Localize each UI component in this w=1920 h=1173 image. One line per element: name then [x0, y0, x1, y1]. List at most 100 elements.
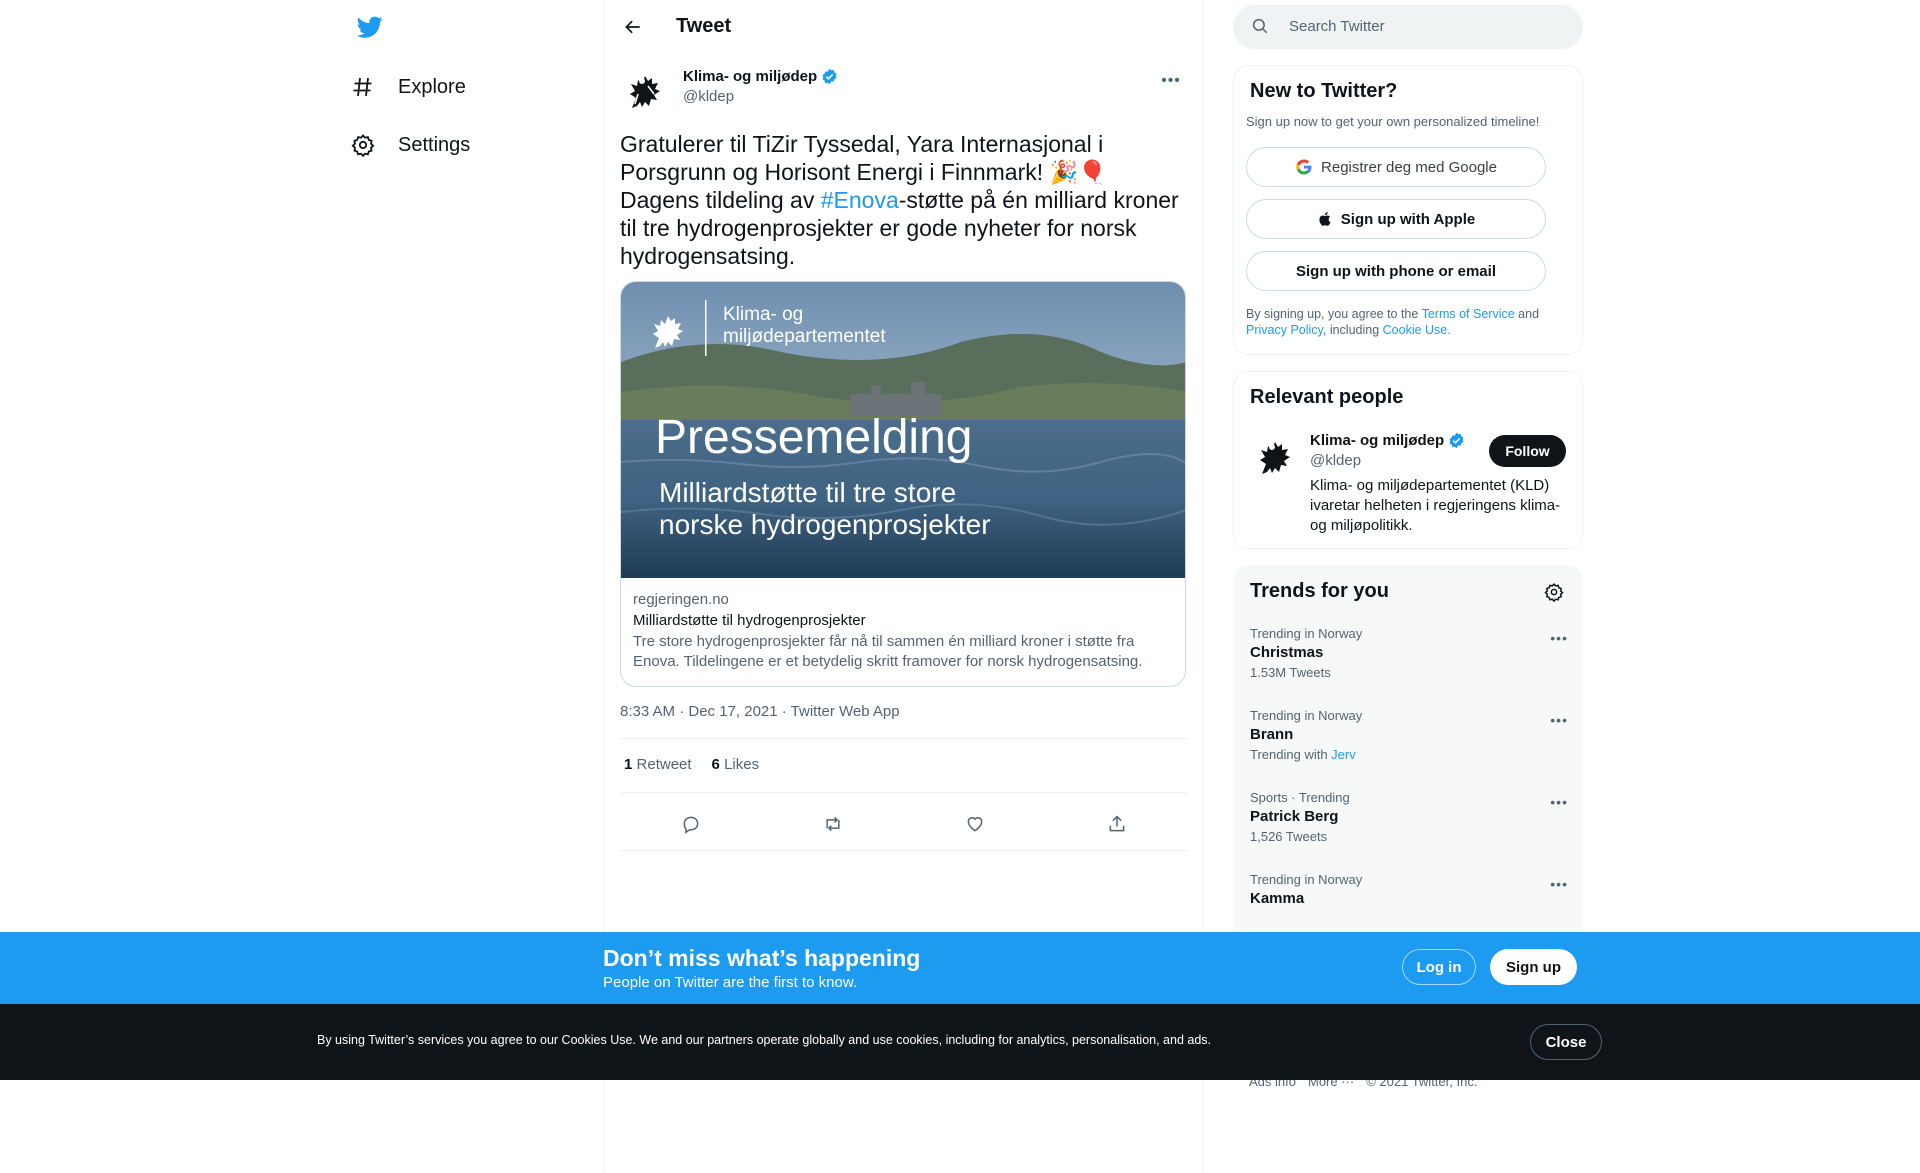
page-title: Tweet — [676, 15, 732, 37]
like-button[interactable] — [957, 806, 993, 842]
trend-count: 1,526 Tweets — [1250, 829, 1328, 844]
legal-text-part: , including — [1322, 323, 1383, 337]
google-icon — [1296, 159, 1312, 175]
like-count: 6 — [711, 756, 720, 773]
hashtag-icon — [350, 74, 376, 100]
relevant-people-panel: Relevant people Klima- og miljødep @klde… — [1233, 371, 1583, 549]
person-handle[interactable]: @kldep — [1310, 452, 1361, 469]
lion-emblem-icon — [1260, 442, 1290, 474]
card-title: Milliardstøtte til hydrogenprosjekter — [633, 612, 866, 629]
related-trend-link[interactable]: Jerv — [1331, 747, 1356, 762]
apple-icon — [1319, 212, 1331, 226]
nav-item-settings[interactable]: Settings — [350, 125, 470, 165]
author-handle[interactable]: @kldep — [683, 88, 734, 105]
lion-emblem-icon — [630, 76, 660, 108]
avatar[interactable] — [620, 66, 668, 114]
tweet-timestamp[interactable]: 8:33 AM · Dec 17, 2021 · Twitter Web App — [620, 703, 900, 720]
divider — [620, 850, 1188, 851]
terms-link[interactable]: Terms of Service — [1422, 307, 1515, 321]
legal-text-part: and — [1514, 307, 1540, 321]
login-button[interactable]: Log in — [1402, 949, 1476, 985]
more-dots-icon[interactable]: ••• — [1550, 712, 1568, 728]
trend-name: Patrick Berg — [1250, 808, 1339, 825]
likes-stat[interactable]: 6 Likes — [712, 756, 760, 773]
gear-icon — [1544, 582, 1564, 603]
trend-name: Kamma — [1250, 890, 1305, 907]
card-domain: regjeringen.no — [633, 591, 729, 608]
signup-button[interactable]: Sign up — [1490, 949, 1577, 985]
more-dots-icon[interactable]: ••• — [1550, 876, 1568, 892]
page-header: Tweet — [604, 0, 1204, 53]
phone-email-signup-button[interactable]: Sign up with phone or email — [1246, 251, 1546, 291]
card-image-sub-line: norske hydrogenprosjekter — [659, 509, 991, 540]
trend-item[interactable]: Trending in Norway Brann Trending with J… — [1250, 708, 1568, 764]
reply-icon — [683, 816, 699, 834]
retweets-stat[interactable]: 1 Retweet — [624, 756, 692, 773]
twitter-logo-icon[interactable] — [350, 12, 390, 42]
nav-item-label: Settings — [398, 133, 471, 156]
avatar[interactable] — [1250, 432, 1298, 480]
card-image-sub-line: Milliardstøtte til tre store — [659, 477, 957, 508]
apple-signup-button[interactable]: Sign up with Apple — [1246, 199, 1546, 239]
more-dots-icon[interactable]: ••• — [1550, 630, 1568, 646]
card-image-org-line: miljødepartementet — [723, 326, 886, 347]
trend-context: Trending in Norway — [1250, 872, 1363, 887]
trend-item[interactable]: Trending in Norway Kamma ••• — [1250, 872, 1568, 910]
trend-context: Sports · Trending — [1250, 790, 1350, 805]
card-image: Klima- og miljødepartementet Pressemeldi… — [621, 282, 1185, 578]
search-input[interactable]: Search Twitter — [1233, 5, 1583, 49]
google-signup-button[interactable]: Registrer deg med Google — [1246, 147, 1546, 187]
panel-title: Trends for you — [1250, 580, 1389, 602]
card-meta: regjeringen.no Milliardstøtte til hydrog… — [633, 590, 1173, 672]
author-name-text: Klima- og miljødep — [683, 68, 818, 85]
tweet-stats: 1 Retweet 6 Likes — [624, 756, 759, 773]
tweet-author: Klima- og miljødep @kldep ••• — [620, 60, 1188, 116]
retweet-count: 1 — [624, 756, 633, 773]
more-options-button[interactable]: ••• — [1154, 64, 1188, 98]
divider — [620, 792, 1188, 793]
heart-icon — [967, 817, 983, 832]
trends-panel: Trends for you Trending in Norway Christ… — [1233, 565, 1583, 985]
new-to-twitter-panel: New to Twitter? Sign up now to get your … — [1233, 65, 1583, 355]
person-name-text: Klima- og miljødep — [1310, 432, 1445, 449]
trend-context: Trending in Norway — [1250, 708, 1363, 723]
trends-settings-button[interactable] — [1544, 582, 1564, 607]
person-bio: Klima- og miljødepartementet (KLD) ivare… — [1310, 477, 1561, 534]
share-button[interactable] — [1099, 806, 1135, 842]
back-button[interactable] — [616, 10, 650, 44]
nav-item-explore[interactable]: Explore — [350, 67, 466, 107]
share-icon — [1109, 815, 1125, 832]
close-button[interactable]: Close — [1530, 1024, 1602, 1060]
retweet-label: Retweet — [636, 756, 692, 773]
privacy-link[interactable]: Privacy Policy — [1246, 323, 1323, 337]
search-icon — [1252, 18, 1268, 34]
trend-item[interactable]: Trending in Norway Christmas 1.53M Tweet… — [1250, 626, 1568, 682]
signup-banner: Don’t miss what’s happening People on Tw… — [0, 932, 1920, 1004]
arrow-left-icon — [625, 20, 640, 34]
like-label: Likes — [724, 756, 760, 773]
card-image-subheadline: Milliardstøtte til tre store norske hydr… — [659, 477, 991, 541]
panel-title: Relevant people — [1250, 386, 1404, 408]
trend-item[interactable]: Sports · Trending Patrick Berg 1,526 Twe… — [1250, 790, 1568, 846]
search-placeholder: Search Twitter — [1289, 18, 1385, 35]
cookie-use-link[interactable]: Cookie Use. — [1383, 323, 1451, 337]
gear-icon — [350, 132, 376, 158]
more-dots-icon: ••• — [1161, 72, 1181, 89]
reply-button[interactable] — [673, 806, 709, 842]
cookie-text: By using Twitter’s services you agree to… — [317, 1033, 1212, 1047]
person-name[interactable]: Klima- og miljødep — [1310, 432, 1465, 449]
tweet: Klima- og miljødep @kldep ••• Gratulerer… — [620, 60, 1188, 851]
verified-badge-icon — [822, 68, 837, 85]
tweet-actions — [620, 800, 1188, 848]
link-card[interactable]: Klima- og miljødepartementet Pressemeldi… — [620, 281, 1186, 687]
more-dots-icon[interactable]: ••• — [1550, 794, 1568, 810]
author-name[interactable]: Klima- og miljødep — [683, 68, 838, 85]
retweet-icon — [826, 816, 840, 832]
cookie-banner: By using Twitter’s services you agree to… — [0, 1004, 1920, 1080]
retweet-button[interactable] — [815, 806, 851, 842]
hashtag-link[interactable]: #Enova — [821, 187, 899, 213]
apple-signup-label: Sign up with Apple — [1340, 210, 1476, 228]
verified-badge-icon — [1449, 432, 1464, 449]
trend-count: Trending with Jerv — [1250, 746, 1568, 764]
follow-button[interactable]: Follow — [1489, 435, 1566, 467]
